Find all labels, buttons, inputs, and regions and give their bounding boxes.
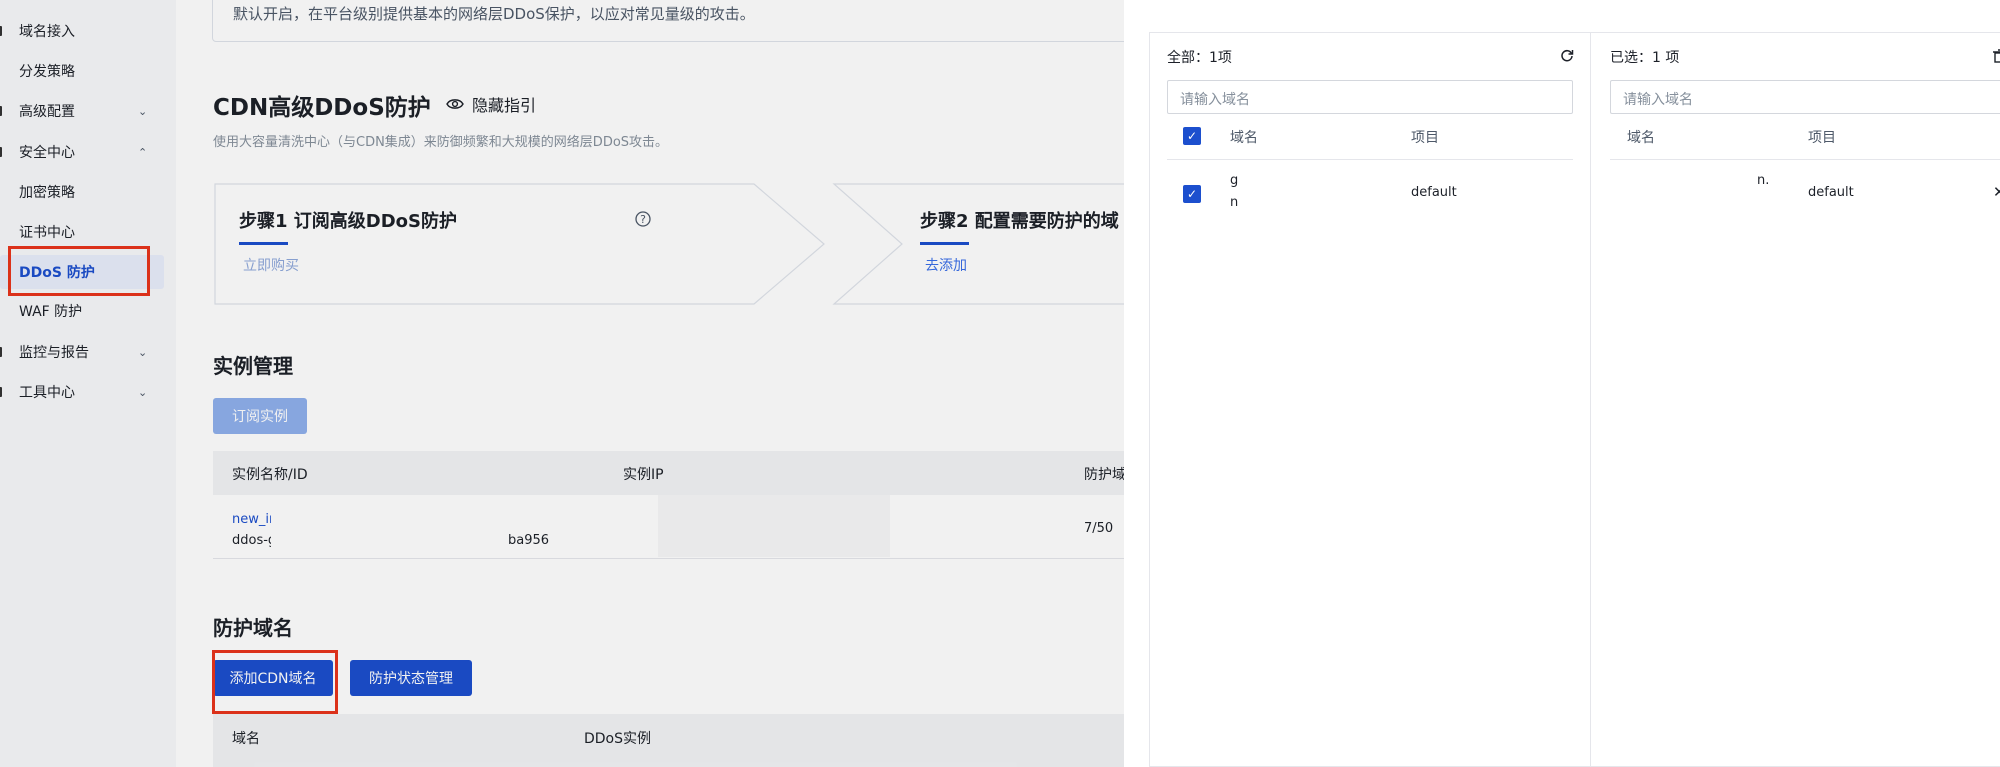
domain-cell: g bbox=[1230, 173, 1239, 188]
available-domains-panel: 全部：1项 请输入域名 ✓ 域名 项目 ✓ g n default bbox=[1149, 32, 1592, 767]
project-cell: default bbox=[1411, 185, 1457, 200]
clear-all-icon[interactable] bbox=[1993, 49, 2000, 63]
refresh-icon[interactable] bbox=[1560, 49, 1574, 63]
column-header: 项目 bbox=[1411, 130, 1439, 146]
domain-selection-drawer: 全部：1项 请输入域名 ✓ 域名 项目 ✓ g n default 已选：1 项… bbox=[1124, 0, 2000, 767]
select-all-checkbox[interactable]: ✓ bbox=[1183, 127, 1201, 145]
selected-count: 已选：1 项 bbox=[1610, 50, 1680, 66]
modal-overlay[interactable] bbox=[0, 0, 1124, 767]
column-header: 域名 bbox=[1230, 130, 1258, 146]
selected-domains-panel: 已选：1 项 请输入域名 域名 项目 n. default ✕ bbox=[1590, 32, 2000, 767]
available-count: 全部：1项 bbox=[1167, 50, 1232, 66]
selected-search-input[interactable]: 请输入域名 bbox=[1610, 80, 2000, 114]
column-header: 域名 bbox=[1627, 130, 1655, 146]
project-cell: default bbox=[1808, 185, 1854, 200]
divider bbox=[1167, 159, 1573, 160]
available-search-input[interactable]: 请输入域名 bbox=[1167, 80, 1573, 114]
divider bbox=[1610, 159, 2000, 160]
column-header: 项目 bbox=[1808, 130, 1836, 146]
row-checkbox[interactable]: ✓ bbox=[1183, 185, 1201, 203]
domain-cell: n. bbox=[1757, 173, 1770, 188]
remove-icon[interactable]: ✕ bbox=[1993, 183, 2000, 201]
domain-cell: n bbox=[1230, 195, 1239, 210]
